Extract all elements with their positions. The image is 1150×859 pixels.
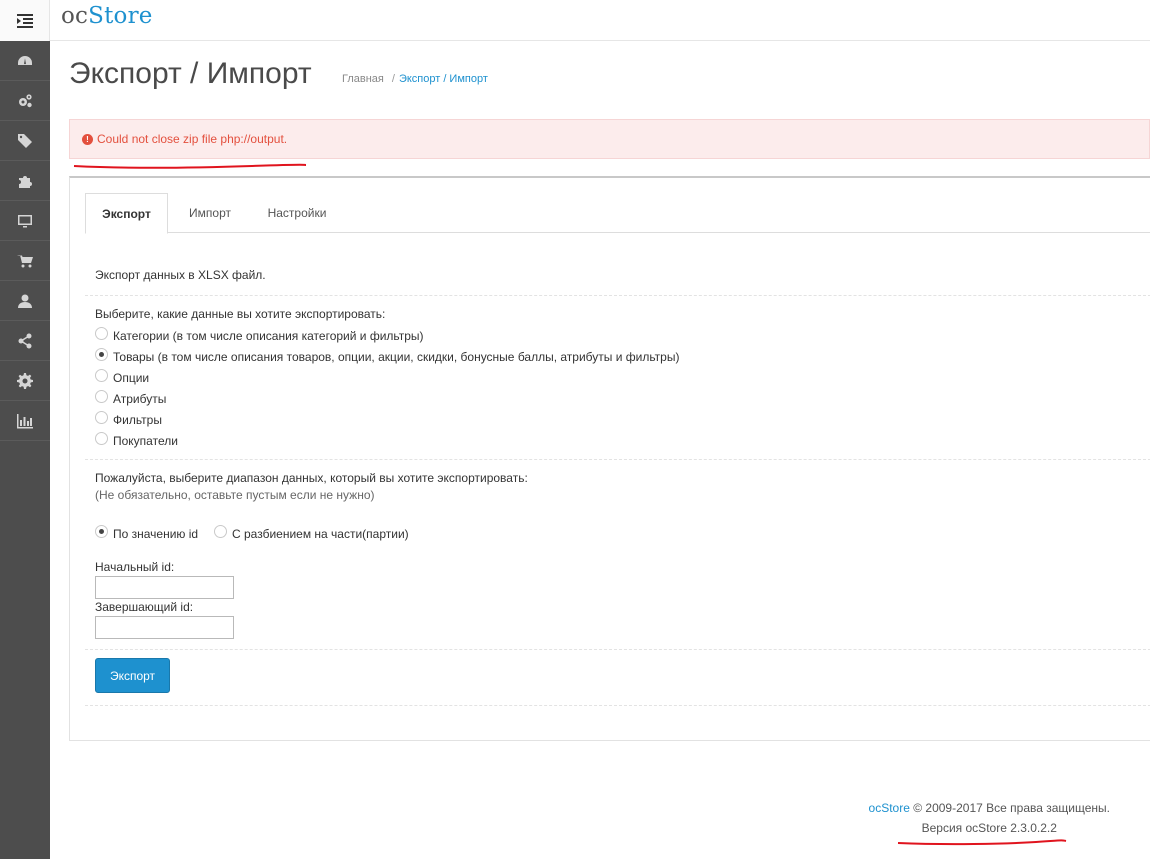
radio-label: С разбиением на части(партии) [232,527,409,541]
export-intro-text: Экспорт данных в XLSX файл. [95,268,266,282]
radio-option-products[interactable]: Товары (в том числе описания товаров, оп… [95,347,680,366]
sidebar-item-design[interactable] [0,201,50,241]
footer-brand-link[interactable]: ocStore [869,801,910,815]
menu-toggle-button[interactable] [0,0,50,41]
logo-prefix: oc [61,3,89,29]
bar-chart-icon [17,413,33,428]
export-import-panel: Экспорт Импорт Настройки Экспорт данных … [69,176,1150,741]
footer-copyright-line: ocStore © 2009-2017 Все права защищены. [869,798,1110,818]
radio-label: Атрибуты [113,392,167,406]
cogs-icon [19,93,32,107]
tab-bar: Экспорт Импорт Настройки [85,193,1150,234]
tags-icon [18,133,32,148]
monitor-icon [18,214,32,227]
radio-option-filters[interactable]: Фильтры [95,410,162,429]
footer: ocStore © 2009-2017 Все права защищены. … [869,798,1110,838]
radio-label: Фильтры [113,413,162,427]
sidebar-item-marketing[interactable] [0,121,50,161]
gear-icon [17,372,33,389]
page-title: Экспорт / Импорт [69,57,312,90]
radio-option-customers[interactable]: Покупатели [95,431,178,450]
sidebar-item-reports[interactable] [0,401,50,441]
radio-label: Покупатели [113,434,178,448]
divider [85,295,1150,296]
cart-icon [17,254,33,267]
tab-settings[interactable]: Настройки [252,193,342,233]
sidebar-item-customers[interactable] [0,281,50,321]
export-button[interactable]: Экспорт [95,658,170,693]
footer-version: Версия ocStore 2.3.0.2.2 [921,821,1057,835]
radio-button[interactable] [214,524,227,538]
tab-export[interactable]: Экспорт [85,193,168,234]
radio-button-checked[interactable] [95,347,108,361]
breadcrumb-separator: / [391,73,395,85]
breadcrumb-current-link[interactable]: Экспорт / Импорт [399,73,488,85]
user-icon [18,294,32,308]
sidebar-item-catalog[interactable] [0,81,50,121]
sidebar-item-dashboard[interactable] [0,41,50,81]
radio-option-categories[interactable]: Категории (в том числе описания категори… [95,326,424,345]
menu-indent-icon [16,13,33,28]
main-content: Экспорт / Импорт Главная / Экспорт / Импор… [50,41,1150,859]
end-id-input[interactable] [95,616,234,639]
sidebar-item-system[interactable] [0,361,50,401]
sidebar-item-marketing-share[interactable] [0,321,50,361]
radio-label: Категории (в том числе описания категори… [113,329,424,343]
radio-button-checked[interactable] [95,524,108,538]
radio-button[interactable] [95,410,108,424]
start-id-label: Начальный id: [95,560,175,574]
puzzle-icon [19,175,32,188]
range-label: Пожалуйста, выберите диапазон данных, ко… [95,471,528,485]
radio-button[interactable] [95,368,108,382]
divider [85,705,1150,706]
alert-message: Could not close zip file php://output. [97,132,288,146]
radio-option-attributes[interactable]: Атрибуты [95,389,167,408]
sidebar [0,41,50,859]
export-choose-label: Выберите, какие данные вы хотите экспорт… [95,307,386,321]
radio-range-batches[interactable]: С разбиением на части(партии) [214,524,409,543]
logo-suffix: Store [88,3,153,29]
radio-button[interactable] [95,431,108,445]
radio-button[interactable] [95,389,108,403]
radio-label: Опции [113,371,150,385]
annotation-underline-alert [73,163,307,169]
share-icon [18,333,32,348]
end-id-label: Завершающий id: [95,600,194,614]
breadcrumb-home-link[interactable]: Главная [342,73,384,85]
radio-range-by-id[interactable]: По значению id [95,524,199,543]
radio-button[interactable] [95,326,108,340]
footer-copyright: © 2009-2017 Все права защищены. [913,801,1110,815]
exclamation-circle-icon: ! [82,133,93,145]
error-alert: ! Could not close zip file php://output. [69,119,1150,159]
divider [85,649,1150,650]
radio-label: Товары (в том числе описания товаров, оп… [113,350,680,364]
sidebar-item-sales[interactable] [0,241,50,281]
radio-label: По значению id [113,527,199,541]
top-header: ocStore [0,0,1150,41]
start-id-input[interactable] [95,576,234,599]
tab-import[interactable]: Импорт [168,193,252,233]
dashboard-icon [18,55,32,65]
radio-option-options[interactable]: Опции [95,368,150,387]
annotation-underline-version [897,839,1067,846]
logo[interactable]: ocStore [61,3,153,29]
divider [85,459,1150,460]
sidebar-item-extensions[interactable] [0,161,50,201]
range-hint: (Не обязательно, оставьте пустым если не… [95,488,375,502]
breadcrumb: Главная / Экспорт / Импорт [342,73,488,85]
